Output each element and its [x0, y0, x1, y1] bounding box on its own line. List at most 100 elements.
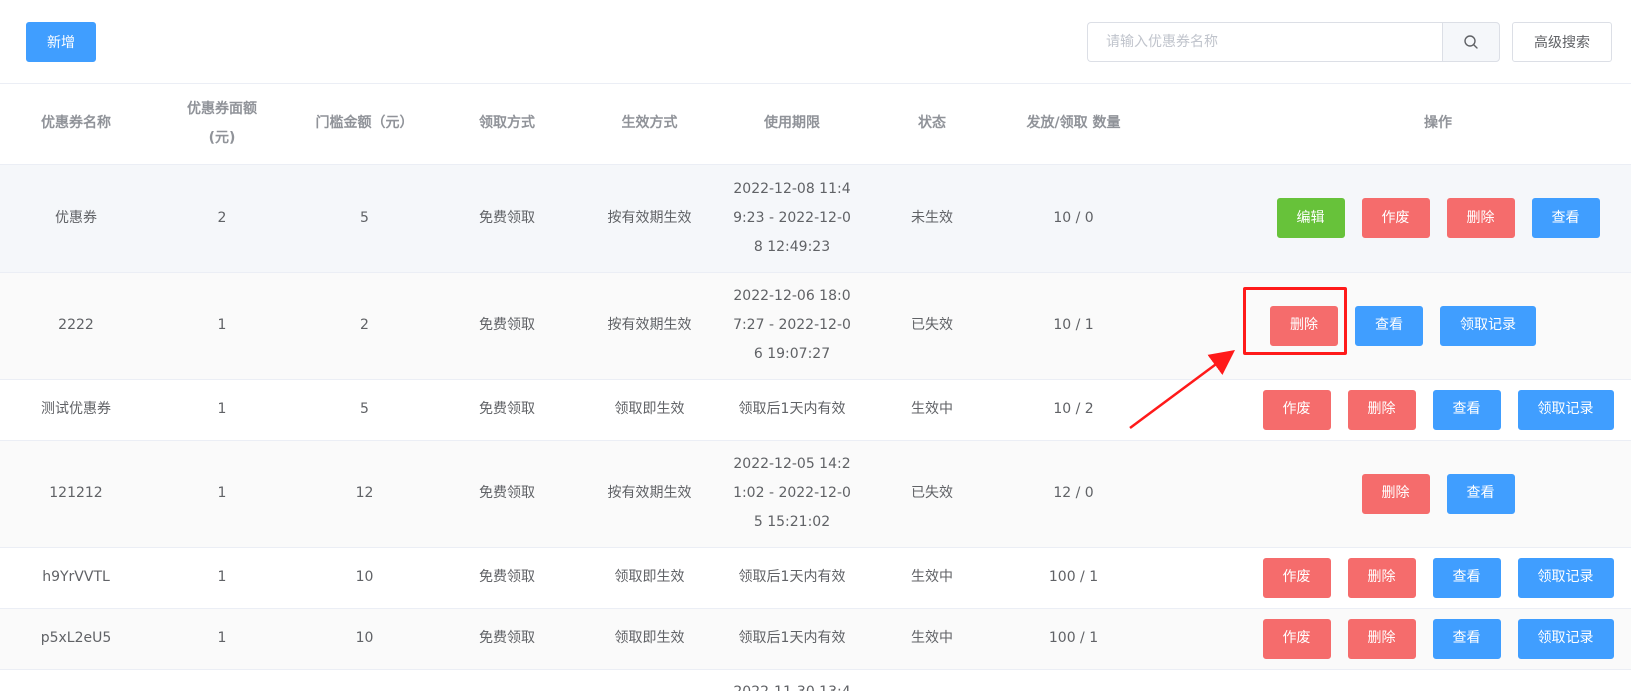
column-header-threshold[interactable]: 门槛金额（元） — [292, 84, 437, 165]
cell-status: 生效中 — [862, 379, 1002, 441]
view-button[interactable]: 查看 — [1531, 198, 1600, 238]
void-button[interactable]: 作废 — [1361, 198, 1430, 238]
cell-effect-method: 按有效期生效 — [577, 440, 722, 548]
cell-threshold: 5 — [292, 379, 437, 441]
cell-face-value: 2 — [152, 164, 292, 273]
cell-name: 优惠券 — [0, 164, 152, 273]
row-actions: 删除 查看 领取记录 — [1081, 305, 1631, 346]
column-header-status[interactable]: 状态 — [862, 84, 1002, 165]
cell-claim-method: 免费领取 — [437, 379, 577, 441]
cell-status: 生效中 — [862, 547, 1002, 609]
void-button[interactable]: 作废 — [1262, 618, 1331, 659]
search-input[interactable] — [1087, 22, 1442, 62]
row-actions: 作废 删除 查看 领取记录 — [1151, 618, 1631, 659]
cell-period: 2022-12-08 11:49:23 - 2022-12-08 12:49:2… — [722, 164, 862, 273]
cell-effect-method: 领取即生效 — [577, 379, 722, 441]
cell-threshold: 5 — [292, 164, 437, 273]
cell-status: 未生效 — [862, 164, 1002, 273]
cell-status — [862, 669, 1002, 691]
cell-name: 121212 — [0, 440, 152, 548]
void-button[interactable]: 作废 — [1262, 557, 1331, 598]
cell-actions: 编辑 作废 删除 查看 — [1145, 164, 1631, 273]
cell-effect-method: 按有效期生效 — [577, 272, 722, 380]
cell-period: 2022-11-30 13:4 — [722, 669, 862, 691]
coupon-table: 优惠券名称 优惠券面额(元) 门槛金额（元） 领取方式 生效方式 使用期限 状态… — [0, 84, 1631, 691]
table-header: 优惠券名称 优惠券面额(元) 门槛金额（元） 领取方式 生效方式 使用期限 状态… — [0, 84, 1631, 165]
cell-threshold: 12 — [292, 440, 437, 548]
view-button[interactable]: 查看 — [1446, 473, 1515, 514]
cell-threshold: 10 — [292, 608, 437, 670]
cell-actions — [1145, 669, 1631, 691]
column-header-quantity[interactable]: 发放/领取 数量 — [1002, 84, 1145, 165]
cell-effect-method: 领取即生效 — [577, 608, 722, 670]
delete-button[interactable]: 删除 — [1347, 618, 1416, 659]
cell-face-value: 1 — [152, 547, 292, 609]
search-button[interactable] — [1442, 22, 1500, 62]
claim-records-button[interactable]: 领取记录 — [1517, 389, 1614, 430]
edit-button[interactable]: 编辑 — [1276, 198, 1345, 238]
delete-button[interactable]: 删除 — [1347, 557, 1416, 598]
cell-quantity: 100 / 1 — [1002, 547, 1145, 609]
cell-status: 已失效 — [862, 272, 1002, 380]
cell-period: 领取后1天内有效 — [722, 608, 862, 670]
cell-claim-method: 免费领取 — [437, 164, 577, 273]
row-actions: 作废 删除 查看 领取记录 — [1151, 389, 1631, 430]
cell-status: 生效中 — [862, 608, 1002, 670]
toolbar: 新增 高级搜索 — [0, 0, 1631, 84]
table-row: 测试优惠券 1 5 免费领取 领取即生效 领取后1天内有效 生效中 10 / 2 作废 删除 查看领… — [0, 379, 1631, 441]
view-button[interactable]: 查看 — [1355, 305, 1423, 346]
table-row: h9YrVVTL 1 10 免费领取 领取即生效 领取后1天内有效 生效中 100 / 1 作废… — [0, 547, 1631, 609]
cell-actions: 作废 删除 查看 领取记录 — [1145, 547, 1631, 609]
cell-quantity: 100 / 1 — [1002, 608, 1145, 670]
search-icon — [1464, 35, 1478, 49]
cell-face-value: 1 — [152, 379, 292, 441]
view-button[interactable]: 查看 — [1432, 389, 1501, 430]
cell-period: 领取后1天内有效 — [722, 379, 862, 441]
cell-quantity: 10 / 2 — [1002, 379, 1145, 441]
delete-button[interactable]: 删除 — [1347, 389, 1416, 430]
advanced-search-button[interactable]: 高级搜索 — [1512, 22, 1612, 62]
cell-actions: 作废 删除 查看 领取记录 — [1145, 379, 1631, 441]
cell-period: 2022-12-05 14:21:02 - 2022-12-05 15:21:0… — [722, 440, 862, 548]
cell-quantity: 12 / 0 — [1002, 440, 1145, 548]
void-button[interactable]: 作废 — [1262, 389, 1331, 430]
delete-button[interactable]: 删除 — [1361, 473, 1430, 514]
cell-name — [0, 669, 152, 691]
cell-name: 2222 — [0, 272, 152, 380]
claim-records-button[interactable]: 领取记录 — [1517, 618, 1614, 659]
delete-button[interactable]: 删除 — [1270, 305, 1338, 346]
table-row: 2022-11-30 13:4 — [0, 669, 1631, 691]
cell-quantity: 10 / 0 — [1002, 164, 1145, 273]
cell-quantity — [1002, 669, 1145, 691]
cell-claim-method — [437, 669, 577, 691]
view-button[interactable]: 查看 — [1432, 557, 1501, 598]
row-actions: 编辑 作废 删除 查看 — [1151, 198, 1631, 238]
add-button[interactable]: 新增 — [26, 22, 96, 62]
cell-status: 已失效 — [862, 440, 1002, 548]
cell-actions: 删除 查看 — [1145, 440, 1631, 548]
search-bar — [1087, 22, 1500, 62]
claim-records-button[interactable]: 领取记录 — [1517, 557, 1614, 598]
coupon-management-page: 新增 高级搜索 优惠券名称 优 — [0, 0, 1631, 691]
cell-name: h9YrVVTL — [0, 547, 152, 609]
table-row: 121212 1 12 免费领取 按有效期生效 2022-12-05 14:21:02 -… — [0, 440, 1631, 548]
table-row: p5xL2eU5 1 10 免费领取 领取即生效 领取后1天内有效 生效中 100 / 1 作废… — [0, 608, 1631, 670]
column-header-actions: 操作 — [1145, 84, 1631, 165]
delete-button[interactable]: 删除 — [1446, 198, 1515, 238]
cell-effect-method: 领取即生效 — [577, 547, 722, 609]
table-row: 2222 1 2 免费领取 按有效期生效 2022-12-06 18:07:27 - 20… — [0, 272, 1631, 380]
cell-face-value — [152, 669, 292, 691]
column-header-period[interactable]: 使用期限 — [722, 84, 862, 165]
table-row: 优惠券 2 5 免费领取 按有效期生效 2022-12-08 11:49:23 - 202… — [0, 164, 1631, 273]
column-header-name[interactable]: 优惠券名称 — [0, 84, 152, 165]
claim-records-button[interactable]: 领取记录 — [1440, 305, 1536, 346]
cell-face-value: 1 — [152, 608, 292, 670]
column-header-effect-method[interactable]: 生效方式 — [577, 84, 722, 165]
cell-effect-method: 按有效期生效 — [577, 164, 722, 273]
view-button[interactable]: 查看 — [1432, 618, 1501, 659]
column-header-claim-method[interactable]: 领取方式 — [437, 84, 577, 165]
column-header-face-value[interactable]: 优惠券面额(元) — [152, 84, 292, 165]
cell-period: 领取后1天内有效 — [722, 547, 862, 609]
cell-period: 2022-12-06 18:07:27 - 2022-12-06 19:07:2… — [722, 272, 862, 380]
cell-claim-method: 免费领取 — [437, 440, 577, 548]
